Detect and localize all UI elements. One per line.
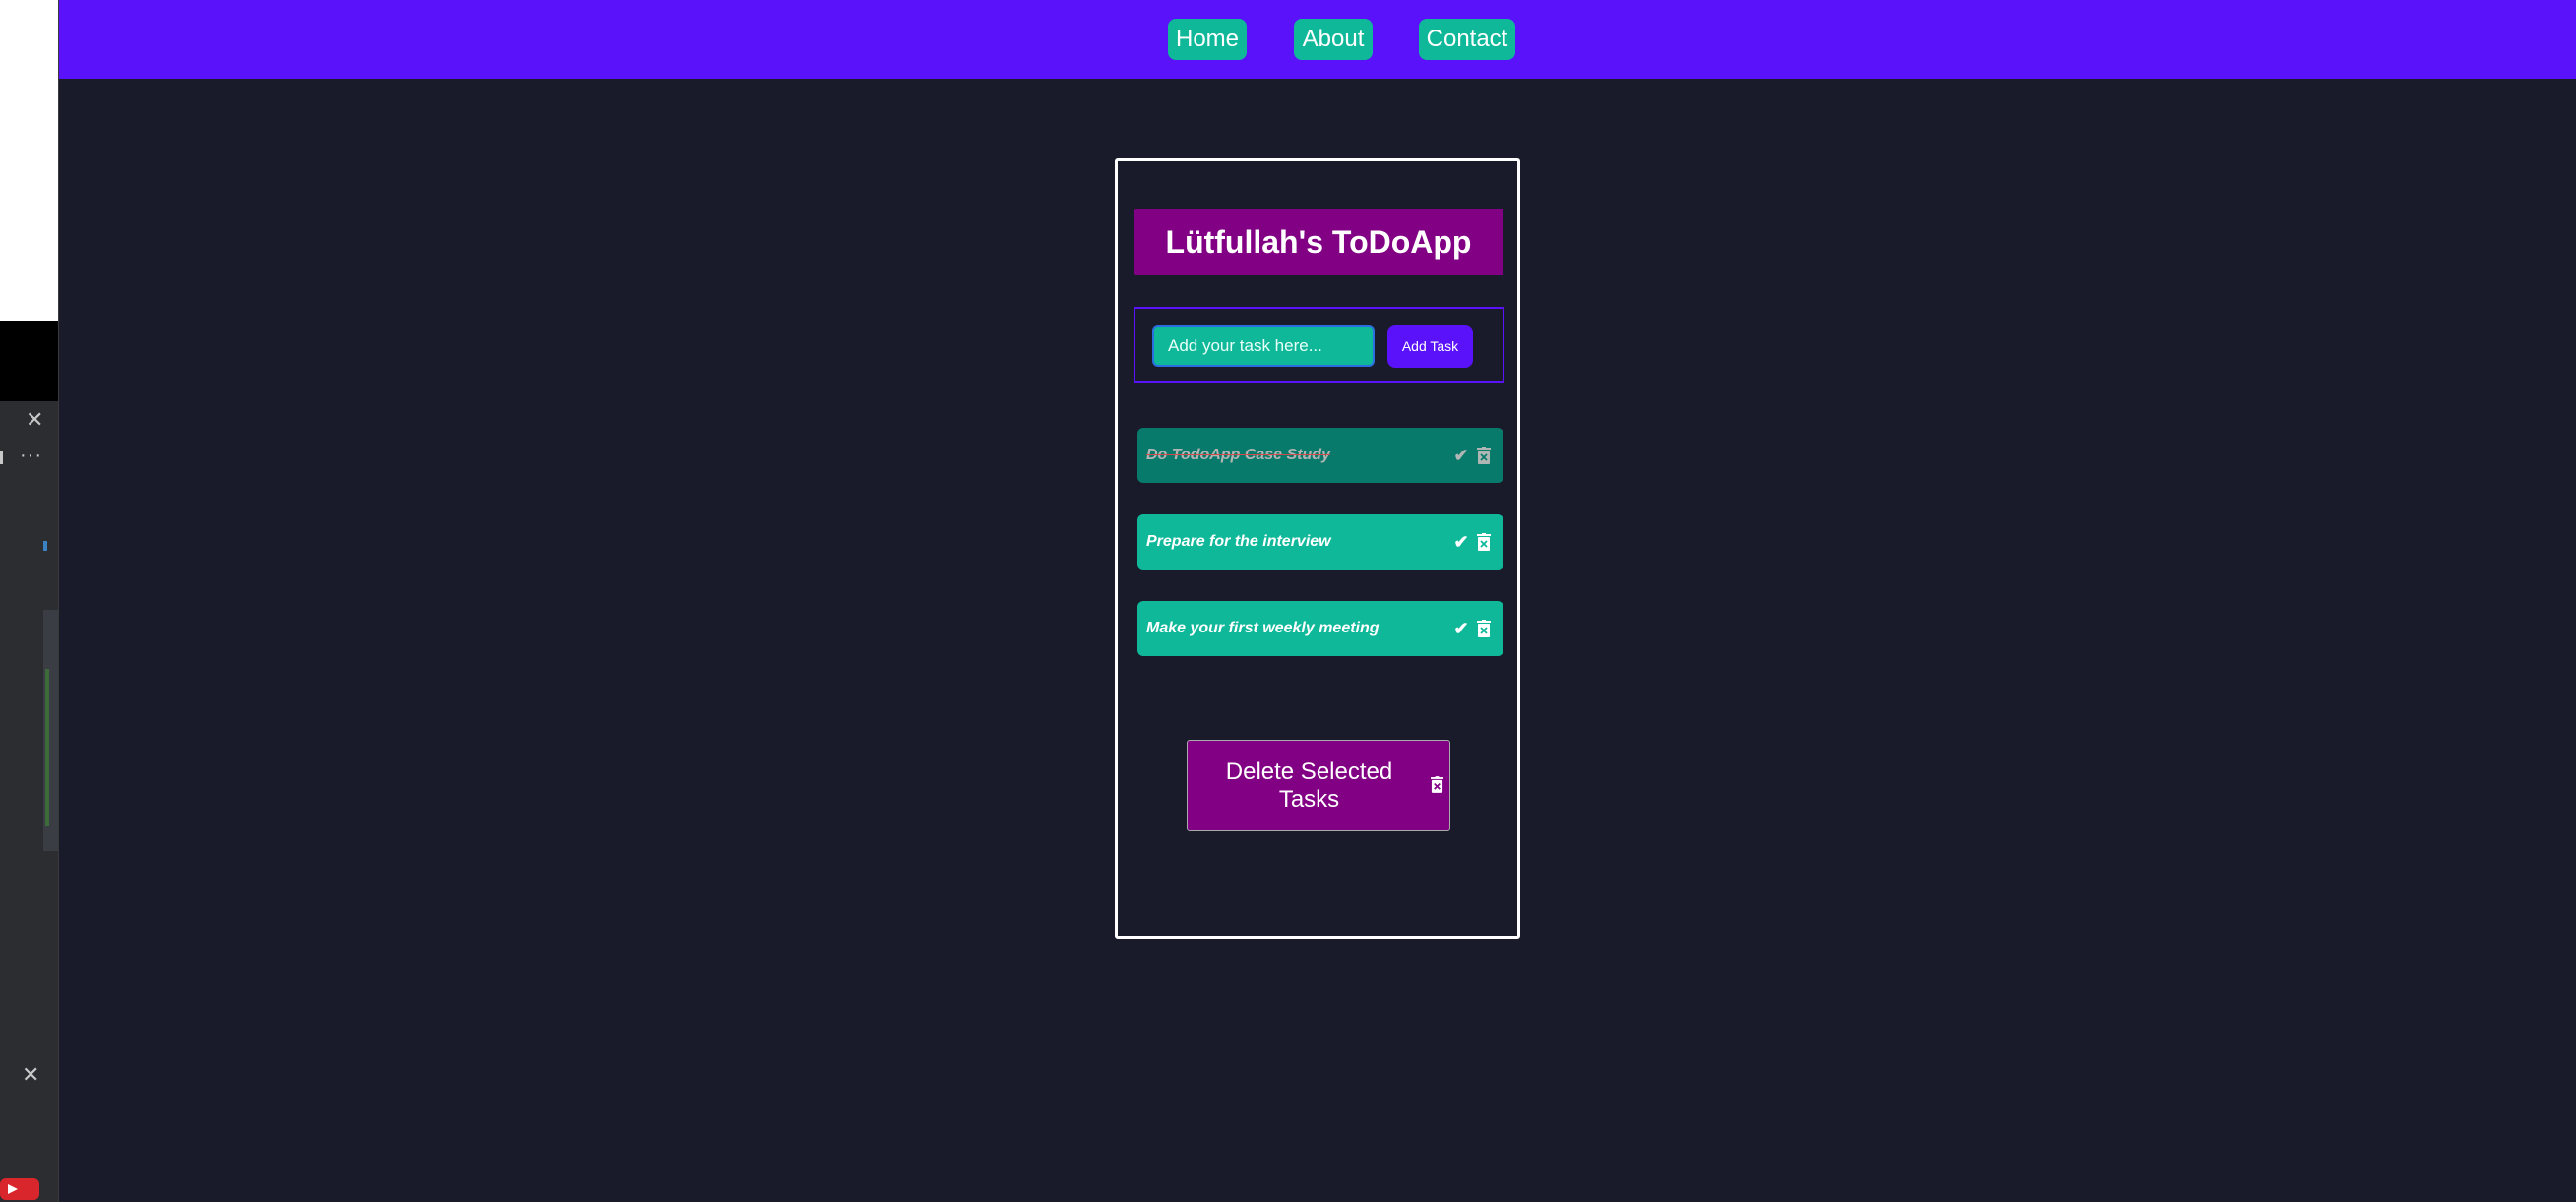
add-task-form: Add Task [1134,307,1504,383]
side-window-black-area [0,321,59,401]
task-input[interactable] [1152,325,1375,367]
trash-icon[interactable] [1475,531,1493,553]
trash-icon[interactable] [1475,445,1493,466]
task-text: Make your first weekly meeting [1146,620,1380,636]
trash-icon [1431,772,1443,800]
task-text: Do TodoApp Case Study [1146,447,1330,463]
nav-contact-link[interactable]: Contact [1419,19,1515,60]
todo-app-card: Lütfullah's ToDoApp Add Task Do TodoApp … [1115,158,1520,939]
tab-marker [0,451,3,464]
app-title: Lütfullah's ToDoApp [1134,209,1503,275]
close-icon[interactable]: ✕ [22,1064,39,1086]
youtube-icon[interactable] [0,1178,39,1200]
delete-selected-label: Delete Selected Tasks [1225,757,1393,812]
nav-about-link[interactable]: About [1294,19,1373,60]
task-item[interactable]: Prepare for the interview ✔ [1137,514,1503,570]
check-icon[interactable]: ✔ [1452,531,1470,553]
add-task-button[interactable]: Add Task [1387,325,1473,368]
nav-home-link[interactable]: Home [1168,19,1247,60]
more-options-icon[interactable]: ··· [20,445,42,467]
window-divider [58,0,59,1202]
navbar: Home About Contact [59,0,2576,79]
delete-selected-tasks-button[interactable]: Delete Selected Tasks [1187,740,1450,831]
scrollbar-highlight [45,669,49,826]
close-icon[interactable]: ✕ [26,409,43,431]
side-window-white-area [0,0,59,321]
side-window-strip: ✕ ··· ✕ [0,0,59,1202]
selection-marker [43,541,47,551]
check-icon[interactable]: ✔ [1452,618,1470,639]
check-icon[interactable]: ✔ [1452,445,1470,466]
task-item[interactable]: Do TodoApp Case Study ✔ [1137,428,1503,483]
trash-icon[interactable] [1475,618,1493,639]
task-item[interactable]: Make your first weekly meeting ✔ [1137,601,1503,656]
task-text: Prepare for the interview [1146,533,1331,550]
